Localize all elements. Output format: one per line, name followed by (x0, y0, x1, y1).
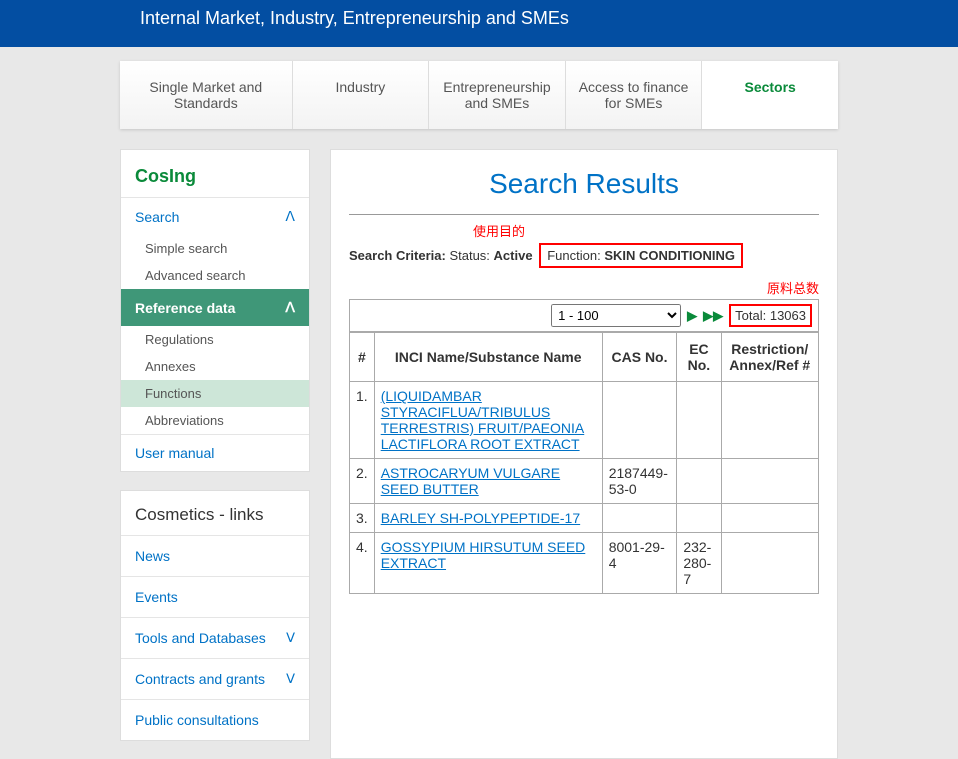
sidebar-annexes[interactable]: Annexes (121, 353, 309, 380)
row-num: 1. (350, 382, 375, 459)
row-name: GOSSYPIUM HIRSUTUM SEED EXTRACT (374, 533, 602, 594)
chevron-up-icon: ᐱ (285, 208, 295, 225)
tab-industry[interactable]: Industry (293, 61, 430, 129)
sidebar-contracts-label: Contracts and grants (135, 671, 265, 687)
sidebar-advanced-search[interactable]: Advanced search (121, 262, 309, 289)
main-nav-tabs: Single Market and Standards Industry Ent… (120, 61, 838, 129)
col-cas: CAS No. (602, 333, 677, 382)
ingredient-link[interactable]: GOSSYPIUM HIRSUTUM SEED EXTRACT (381, 539, 586, 571)
ingredient-link[interactable]: ASTROCARYUM VULGARE SEED BUTTER (381, 465, 560, 497)
sidebar-reference-data[interactable]: Reference data ᐱ (121, 289, 309, 326)
status-value: Active (494, 248, 533, 263)
criteria-label: Search Criteria: (349, 248, 446, 263)
row-cas (602, 504, 677, 533)
search-criteria: Search Criteria: Status: Active Function… (349, 243, 819, 268)
table-row: 1.(LIQUIDAMBAR STYRACIFLUA/TRIBULUS TERR… (350, 382, 819, 459)
table-row: 4.GOSSYPIUM HIRSUTUM SEED EXTRACT 8001-29… (350, 533, 819, 594)
sidebar-events-label: Events (135, 589, 178, 605)
row-restriction (721, 459, 818, 504)
total-label: Total: (735, 308, 766, 323)
row-cas: 2187449-53-0 (602, 459, 677, 504)
sidebar-search[interactable]: Search ᐱ (121, 197, 309, 235)
sidebar-events[interactable]: Events (121, 576, 309, 617)
annotation-total: 原料总数 (767, 281, 819, 296)
function-highlight: Function: SKIN CONDITIONING (539, 243, 743, 268)
sidebar-user-manual[interactable]: User manual (121, 434, 309, 471)
row-ec (677, 504, 721, 533)
sidebar: CosIng Search ᐱ Simple search Advanced s… (120, 149, 310, 759)
row-name: ASTROCARYUM VULGARE SEED BUTTER (374, 459, 602, 504)
row-ec (677, 382, 721, 459)
chevron-down-icon: ᐯ (286, 671, 295, 687)
sidebar-tools-label: Tools and Databases (135, 630, 266, 646)
tab-entrepreneurship[interactable]: Entrepreneurship and SMEs (429, 61, 566, 129)
col-inci: INCI Name/Substance Name (374, 333, 602, 382)
sidebar-simple-search[interactable]: Simple search (121, 235, 309, 262)
col-restriction: Restriction/ Annex/Ref # (721, 333, 818, 382)
results-table: # INCI Name/Substance Name CAS No. EC No… (349, 332, 819, 594)
sidebar-public-consultations[interactable]: Public consultations (121, 699, 309, 740)
divider (349, 214, 819, 215)
row-num: 4. (350, 533, 375, 594)
function-label: Function: (547, 248, 600, 263)
chevron-up-icon: ᐱ (285, 299, 295, 316)
page-range-select[interactable]: 1 - 100 (551, 304, 681, 327)
sidebar-search-label: Search (135, 209, 179, 225)
tab-sectors[interactable]: Sectors (702, 61, 838, 129)
col-ec: EC No. (677, 333, 721, 382)
sidebar-reference-label: Reference data (135, 300, 235, 316)
status-label: Status: (449, 248, 489, 263)
row-restriction (721, 504, 818, 533)
sidebar-public-label: Public consultations (135, 712, 259, 728)
sidebar-functions[interactable]: Functions (121, 380, 309, 407)
tab-single-market[interactable]: Single Market and Standards (120, 61, 293, 129)
content-area: Search Results 使用目的 Search Criteria: Sta… (330, 149, 838, 759)
sidebar-regulations[interactable]: Regulations (121, 326, 309, 353)
total-highlight: Total: 13063 (729, 304, 812, 327)
next-page-icon[interactable]: ▶ (687, 308, 697, 324)
row-restriction (721, 533, 818, 594)
ingredient-link[interactable]: (LIQUIDAMBAR STYRACIFLUA/TRIBULUS TERRES… (381, 388, 585, 452)
total-value: 13063 (770, 308, 806, 323)
sidebar-tools-header: Cosmetics - links (121, 491, 309, 535)
chevron-down-icon: ᐯ (286, 630, 295, 646)
col-num: # (350, 333, 375, 382)
sidebar-tools-databases[interactable]: Tools and Databases ᐯ (121, 617, 309, 658)
pagination: 1 - 100 ▶ ▶▶ Total: 13063 (349, 299, 819, 332)
row-name: (LIQUIDAMBAR STYRACIFLUA/TRIBULUS TERRES… (374, 382, 602, 459)
last-page-icon[interactable]: ▶▶ (703, 308, 723, 324)
row-num: 2. (350, 459, 375, 504)
row-num: 3. (350, 504, 375, 533)
header-subtitle: Internal Market, Industry, Entrepreneurs… (0, 0, 958, 47)
ingredient-link[interactable]: BARLEY SH-POLYPEPTIDE-17 (381, 510, 580, 526)
row-restriction (721, 382, 818, 459)
function-value: SKIN CONDITIONING (604, 248, 735, 263)
sidebar-contracts[interactable]: Contracts and grants ᐯ (121, 658, 309, 699)
annotation-row: 使用目的 (349, 221, 819, 239)
sidebar-news[interactable]: News (121, 535, 309, 576)
row-cas: 8001-29-4 (602, 533, 677, 594)
row-ec (677, 459, 721, 504)
row-cas (602, 382, 677, 459)
row-name: BARLEY SH-POLYPEPTIDE-17 (374, 504, 602, 533)
table-row: 3. BARLEY SH-POLYPEPTIDE-17 (350, 504, 819, 533)
tab-finance[interactable]: Access to finance for SMEs (566, 61, 703, 129)
sidebar-abbreviations[interactable]: Abbreviations (121, 407, 309, 434)
annotation-usage: 使用目的 (473, 221, 525, 240)
page-title: Search Results (349, 168, 819, 200)
table-row: 2.ASTROCARYUM VULGARE SEED BUTTER 2187449… (350, 459, 819, 504)
sidebar-news-label: News (135, 548, 170, 564)
row-ec: 232-280-7 (677, 533, 721, 594)
sidebar-brand: CosIng (121, 150, 309, 197)
